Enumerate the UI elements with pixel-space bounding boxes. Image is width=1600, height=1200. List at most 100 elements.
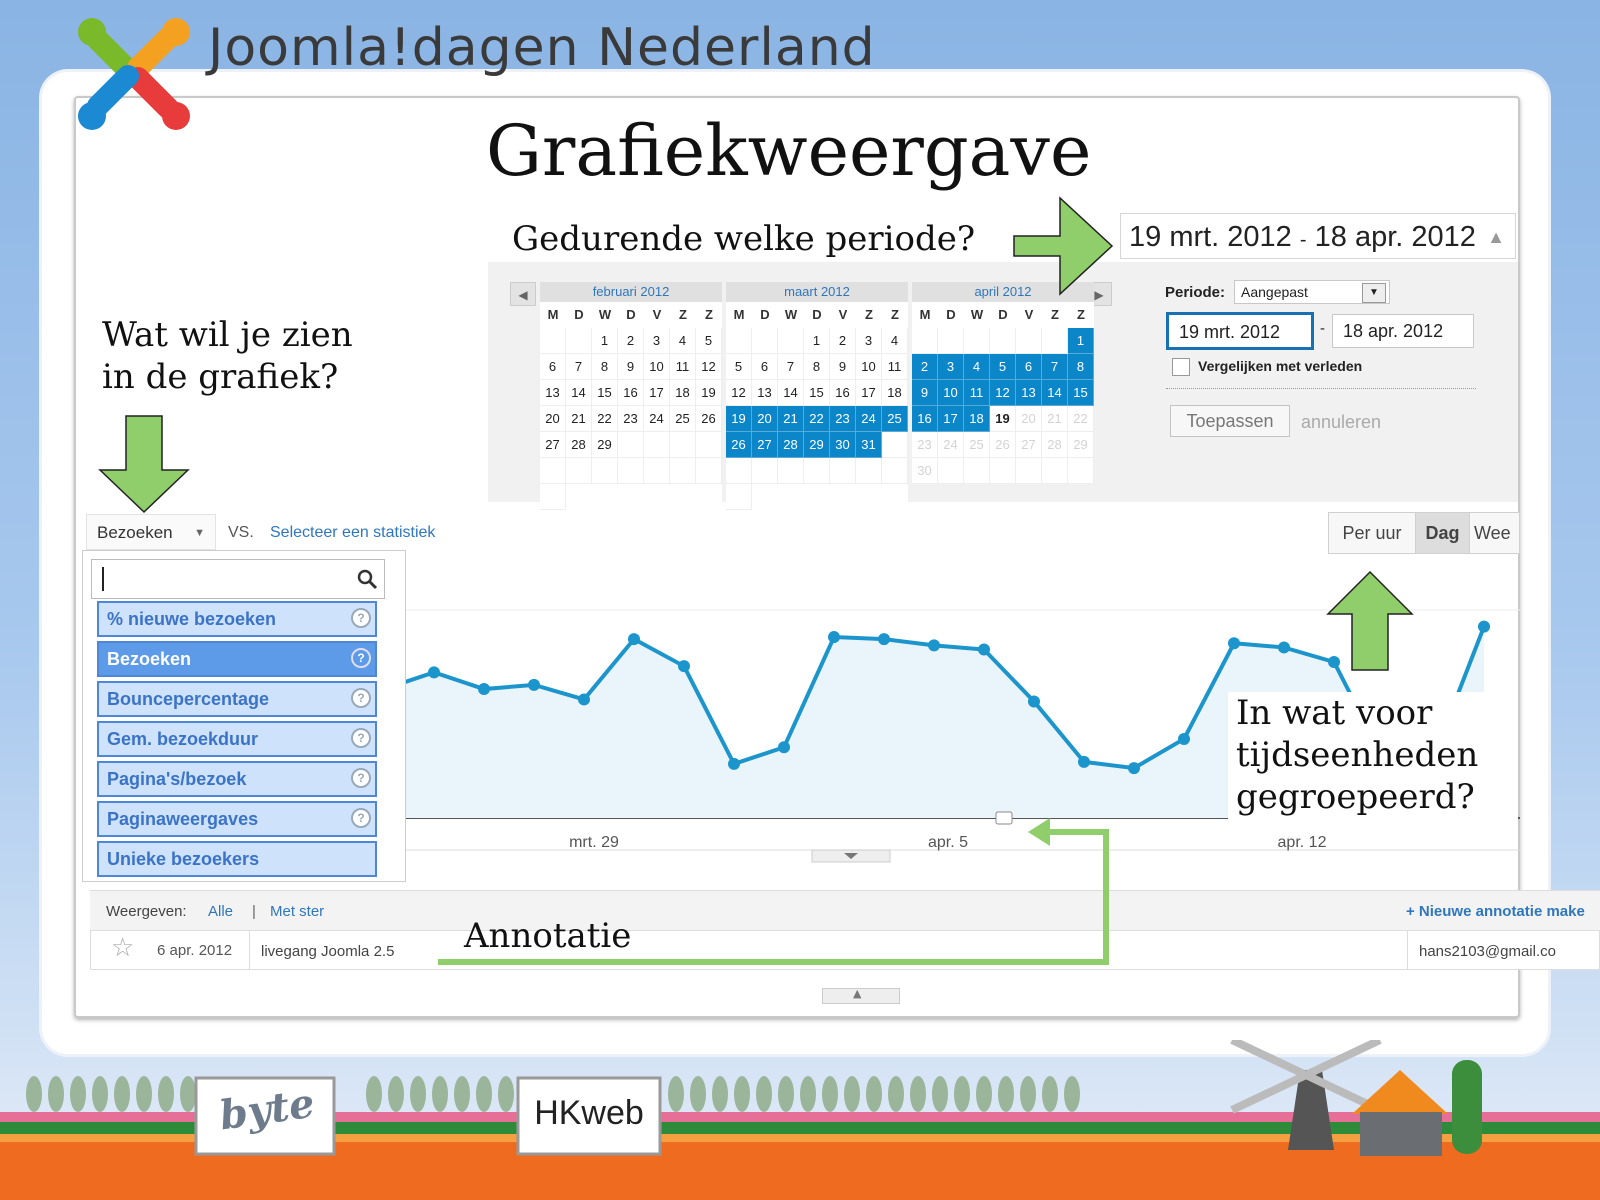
calendar-day[interactable]: 13 <box>540 380 566 406</box>
apply-button[interactable]: Toepassen <box>1170 405 1290 437</box>
calendar-day[interactable]: 1 <box>1068 328 1094 354</box>
calendar-day[interactable]: 30 <box>830 432 856 458</box>
data-point[interactable] <box>628 633 640 646</box>
data-point[interactable] <box>1028 695 1040 708</box>
calendar-day[interactable]: 6 <box>540 354 566 380</box>
calendar-day[interactable]: 6 <box>1016 354 1042 380</box>
calendar-day[interactable]: 8 <box>1068 354 1094 380</box>
help-icon[interactable]: ? <box>351 728 371 748</box>
data-point[interactable] <box>728 757 740 770</box>
calendar-day[interactable]: 2 <box>830 328 856 354</box>
calendar-day[interactable]: 8 <box>592 354 618 380</box>
data-point[interactable] <box>528 678 540 691</box>
calendar-day[interactable]: 22 <box>592 406 618 432</box>
calendar-day[interactable]: 29 <box>804 432 830 458</box>
calendar-day[interactable]: 20 <box>1016 406 1042 432</box>
help-icon[interactable]: ? <box>351 648 371 668</box>
calendar-day[interactable]: 25 <box>670 406 696 432</box>
calendar-day[interactable]: 12 <box>990 380 1016 406</box>
data-point[interactable] <box>1178 732 1190 745</box>
data-point[interactable] <box>1228 637 1240 650</box>
help-icon[interactable]: ? <box>351 688 371 708</box>
calendar-day[interactable]: 5 <box>726 354 752 380</box>
calendar-day[interactable]: 20 <box>540 406 566 432</box>
help-icon[interactable]: ? <box>351 768 371 788</box>
metric-search-input[interactable] <box>91 559 385 599</box>
calendar-day[interactable]: 7 <box>566 354 592 380</box>
calendar-day[interactable]: 4 <box>670 328 696 354</box>
calendar-day[interactable]: 19 <box>726 406 752 432</box>
metric-item[interactable]: Unieke bezoekers <box>97 841 377 877</box>
data-point[interactable] <box>928 639 940 652</box>
calendar-day[interactable]: 3 <box>856 328 882 354</box>
calendar-day[interactable]: 22 <box>804 406 830 432</box>
day-button[interactable]: Dag <box>1415 512 1470 554</box>
calendar-day[interactable]: 29 <box>592 432 618 458</box>
calendar-day[interactable]: 9 <box>830 354 856 380</box>
metric-item[interactable]: Gem. bezoekduur? <box>97 721 377 757</box>
data-point[interactable] <box>1328 656 1340 668</box>
calendar-day[interactable]: 24 <box>938 432 964 458</box>
calendar-day[interactable]: 25 <box>882 406 908 432</box>
calendar-day[interactable]: 12 <box>696 354 722 380</box>
data-point[interactable] <box>1128 762 1140 775</box>
metric-item[interactable]: Paginaweergaves? <box>97 801 377 837</box>
calendar-day[interactable]: 14 <box>566 380 592 406</box>
calendar-day[interactable]: 18 <box>964 406 990 432</box>
data-point[interactable] <box>1278 641 1290 654</box>
calendar-day[interactable]: 2 <box>618 328 644 354</box>
calendar-day[interactable]: 29 <box>1068 432 1094 458</box>
annotation-collapse-handle[interactable]: ▲ <box>822 987 900 1004</box>
calendar-day[interactable]: 22 <box>1068 406 1094 432</box>
data-point[interactable] <box>878 633 890 646</box>
calendar-day[interactable]: 19 <box>696 380 722 406</box>
calendar-day[interactable]: 17 <box>938 406 964 432</box>
calendar-day[interactable]: 21 <box>1042 406 1068 432</box>
start-date-field[interactable]: 19 mrt. 2012 <box>1166 312 1314 350</box>
calendar-day[interactable]: 27 <box>540 432 566 458</box>
calendar-day[interactable]: 26 <box>726 432 752 458</box>
calendar-day[interactable]: 10 <box>938 380 964 406</box>
filter-starred-link[interactable]: Met ster <box>270 903 324 920</box>
calendar-day[interactable]: 11 <box>882 354 908 380</box>
calendar-day[interactable]: 11 <box>670 354 696 380</box>
calendar-day[interactable]: 4 <box>882 328 908 354</box>
calendar-day[interactable]: 18 <box>670 380 696 406</box>
calendar-day[interactable]: 6 <box>752 354 778 380</box>
help-icon[interactable]: ? <box>351 608 371 628</box>
data-point[interactable] <box>778 741 790 754</box>
calendar-day[interactable]: 27 <box>752 432 778 458</box>
calendar-day[interactable]: 21 <box>566 406 592 432</box>
select-statistic-link[interactable]: Selecteer een statistiek <box>270 524 435 542</box>
calendar-day[interactable]: 26 <box>990 432 1016 458</box>
data-point[interactable] <box>1078 755 1090 768</box>
star-icon[interactable]: ☆ <box>111 933 134 963</box>
data-point[interactable] <box>678 660 690 673</box>
data-point[interactable] <box>1478 620 1490 633</box>
calendar-day[interactable]: 18 <box>882 380 908 406</box>
calendar-day[interactable]: 1 <box>804 328 830 354</box>
calendar-day[interactable]: 14 <box>778 380 804 406</box>
metric-item[interactable]: Bezoeken? <box>97 641 377 677</box>
calendar-day[interactable]: 19 <box>990 406 1016 432</box>
data-point[interactable] <box>978 643 990 656</box>
calendar-day[interactable]: 17 <box>856 380 882 406</box>
week-button[interactable]: Wee <box>1469 512 1520 554</box>
calendar-day[interactable]: 23 <box>912 432 938 458</box>
calendar-day[interactable]: 13 <box>1016 380 1042 406</box>
per-hour-button[interactable]: Per uur <box>1328 512 1416 554</box>
calendar-day[interactable]: 17 <box>644 380 670 406</box>
data-point[interactable] <box>428 666 440 679</box>
calendar-day[interactable]: 23 <box>618 406 644 432</box>
calendar-day[interactable]: 16 <box>618 380 644 406</box>
calendar-day[interactable]: 12 <box>726 380 752 406</box>
calendar-day[interactable]: 5 <box>990 354 1016 380</box>
calendar-day[interactable]: 2 <box>912 354 938 380</box>
calendar-day[interactable]: 28 <box>566 432 592 458</box>
metric-item[interactable]: Bouncepercentage? <box>97 681 377 717</box>
calendar-day[interactable]: 31 <box>856 432 882 458</box>
calendar-day[interactable]: 27 <box>1016 432 1042 458</box>
calendar-day[interactable]: 25 <box>964 432 990 458</box>
calendar-day[interactable]: 24 <box>644 406 670 432</box>
calendar-day[interactable]: 28 <box>1042 432 1068 458</box>
